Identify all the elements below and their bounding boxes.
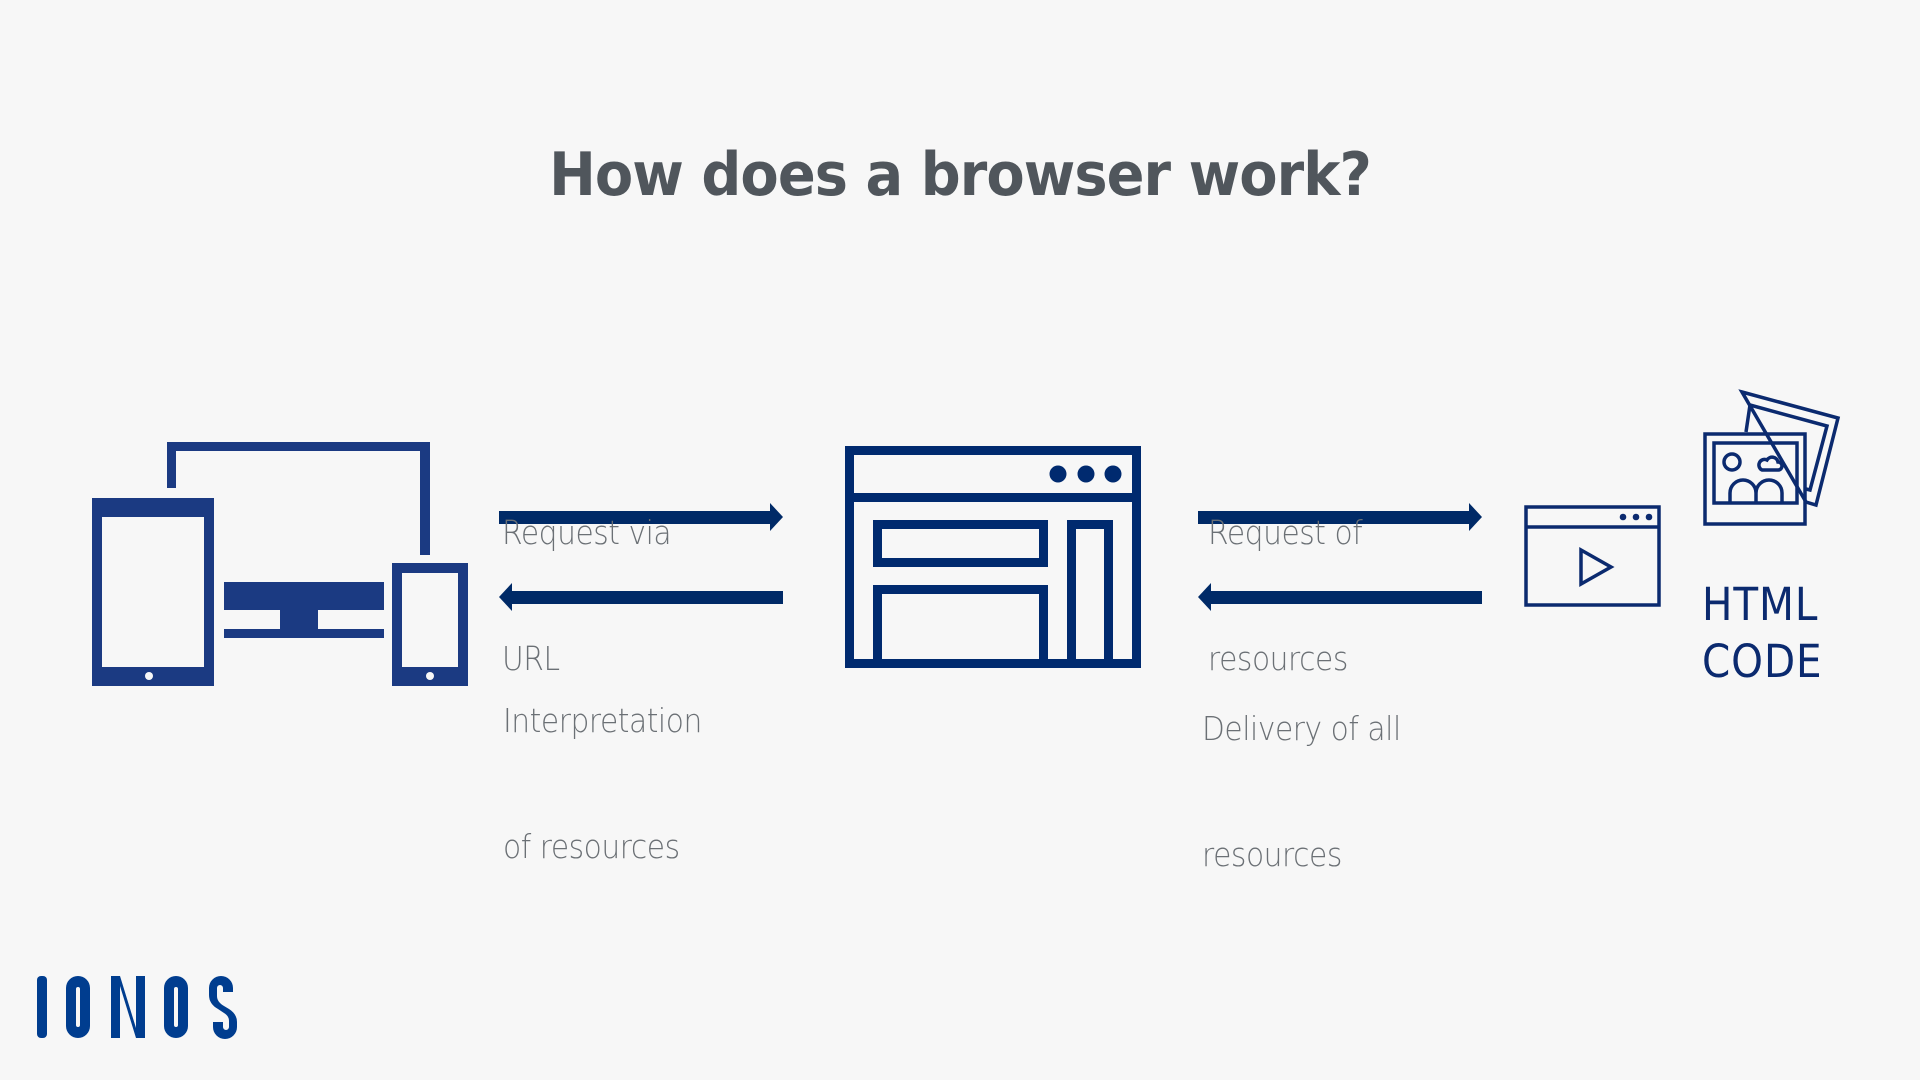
- label-delivery: Delivery of all resources: [1202, 624, 1401, 918]
- html-code-label: HTML CODE: [1702, 576, 1823, 690]
- label-line: resources: [1202, 835, 1342, 874]
- video-window-icon: [1524, 505, 1661, 607]
- label-line: of resources: [503, 827, 680, 866]
- label-line: Request via: [502, 513, 672, 552]
- label-line: Request of: [1208, 513, 1363, 552]
- html-code-line: CODE: [1702, 635, 1823, 688]
- label-line: Delivery of all: [1202, 709, 1401, 748]
- browser-window-icon: [845, 446, 1141, 668]
- ionos-logo: [37, 976, 237, 1039]
- devices-icon: [92, 442, 468, 686]
- label-interpretation: Interpretation of resources: [503, 616, 702, 910]
- label-line: Interpretation: [503, 701, 702, 740]
- photos-icon: [1703, 389, 1841, 526]
- html-code-line: HTML: [1702, 578, 1819, 631]
- diagram-canvas: [37, 389, 1841, 1039]
